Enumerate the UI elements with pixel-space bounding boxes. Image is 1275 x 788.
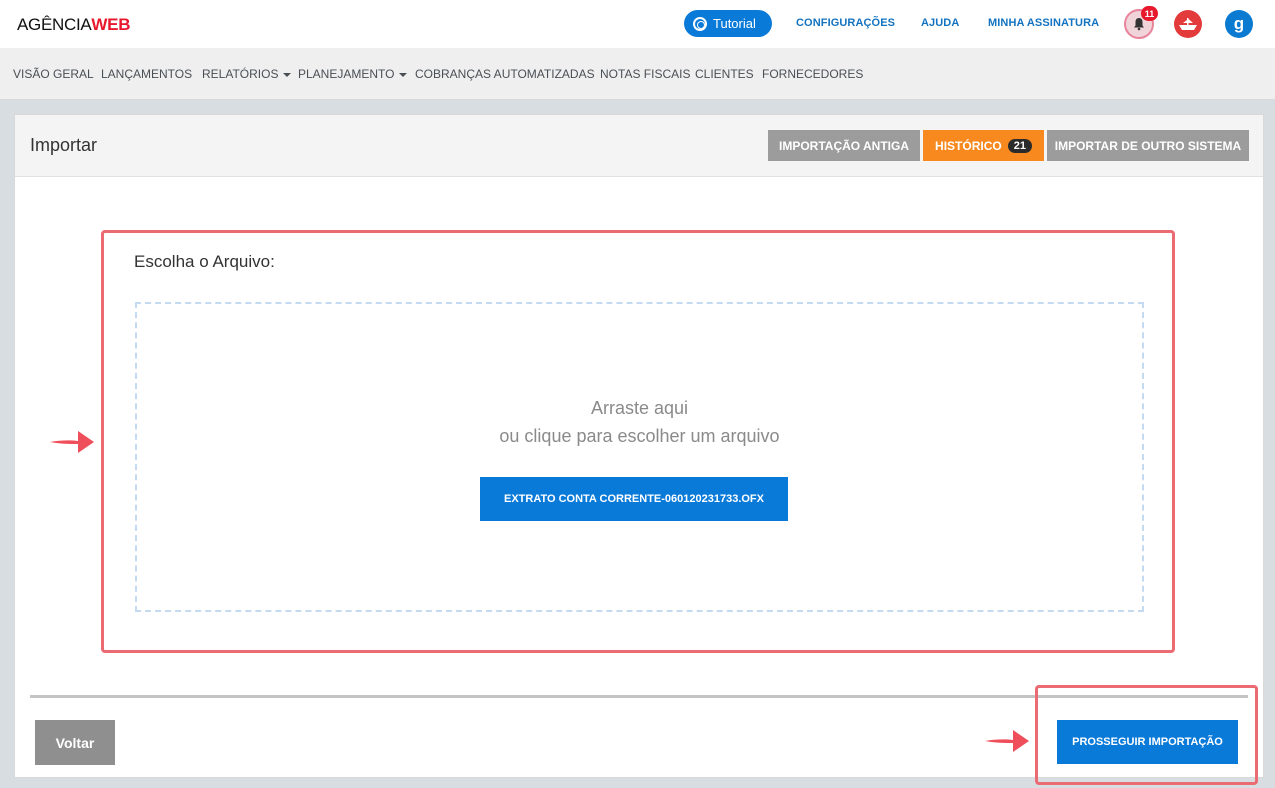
arrow-right-icon [50,431,94,453]
logo-accent: WEB [91,15,131,34]
nav-item-suppliers[interactable]: FORNECEDORES [762,67,863,81]
old-import-button[interactable]: IMPORTAÇÃO ANTIGA [768,130,920,161]
caret-down-icon [399,72,408,77]
nav-item-automated-billing[interactable]: COBRANÇAS AUTOMATIZADAS [415,67,595,81]
selected-file-button[interactable]: EXTRATO CONTA CORRENTE-060120231733.OFX [480,477,788,521]
arrow-right-icon [985,730,1029,752]
back-button[interactable]: Voltar [35,720,115,765]
drop-instruction: Arraste aqui [590,398,689,418]
nav-item-planning[interactable]: PLANEJAMENTO [298,67,408,81]
logo-main: AGÊNCIA [17,15,92,34]
nav-item-reports-label: RELATÓRIOS [202,67,279,81]
history-label: HISTÓRICO [935,138,1002,153]
history-button[interactable]: HISTÓRICO 21 [923,130,1044,161]
app-logo[interactable]: AGÊNCIAWEB [17,15,130,35]
tutorial-button[interactable]: Tutorial [684,10,772,37]
nav-item-invoices[interactable]: NOTAS FISCAIS [600,67,690,81]
nav-item-entries[interactable]: LANÇAMENTOS [101,67,192,81]
lifebuoy-icon [693,16,707,31]
page-title: Importar [30,135,98,155]
top-bar: AGÊNCIAWEB Tutorial CONFIGURAÇÕES AJUDA … [0,0,1275,48]
caret-down-icon [283,72,292,77]
tutorial-label: Tutorial [713,16,756,31]
import-other-system-button[interactable]: IMPORTAR DE OUTRO SISTEMA [1047,130,1249,161]
nav-item-reports[interactable]: RELATÓRIOS [202,67,292,81]
profile-avatar[interactable]: g [1225,10,1253,38]
nav-item-overview[interactable]: VISÃO GERAL [13,67,94,81]
card-header: Importar IMPORTAÇÃO ANTIGA HISTÓRICO 21 … [15,115,1263,177]
history-count-badge: 21 [1007,138,1032,153]
nav-item-clients[interactable]: CLIENTES [695,67,754,81]
company-avatar[interactable] [1174,10,1202,38]
subscription-link[interactable]: MINHA ASSINATURA [988,17,1099,29]
notification-count-badge: 11 [1141,6,1158,21]
proceed-import-button[interactable]: PROSSEGUIR IMPORTAÇÃO [1057,720,1238,764]
file-dropzone[interactable]: Arraste aqui ou clique para escolher um … [135,302,1144,612]
drop-instruction-secondary: ou clique para escolher um arquivo [499,426,780,446]
nav-item-planning-label: PLANEJAMENTO [298,67,395,81]
choose-file-label: Escolha o Arquivo: [134,252,275,271]
help-link[interactable]: AJUDA [921,17,959,29]
settings-link[interactable]: CONFIGURAÇÕES [796,17,895,29]
ship-logo-icon [1179,18,1197,30]
main-nav: VISÃO GERAL LANÇAMENTOS RELATÓRIOS PLANE… [0,48,1275,100]
